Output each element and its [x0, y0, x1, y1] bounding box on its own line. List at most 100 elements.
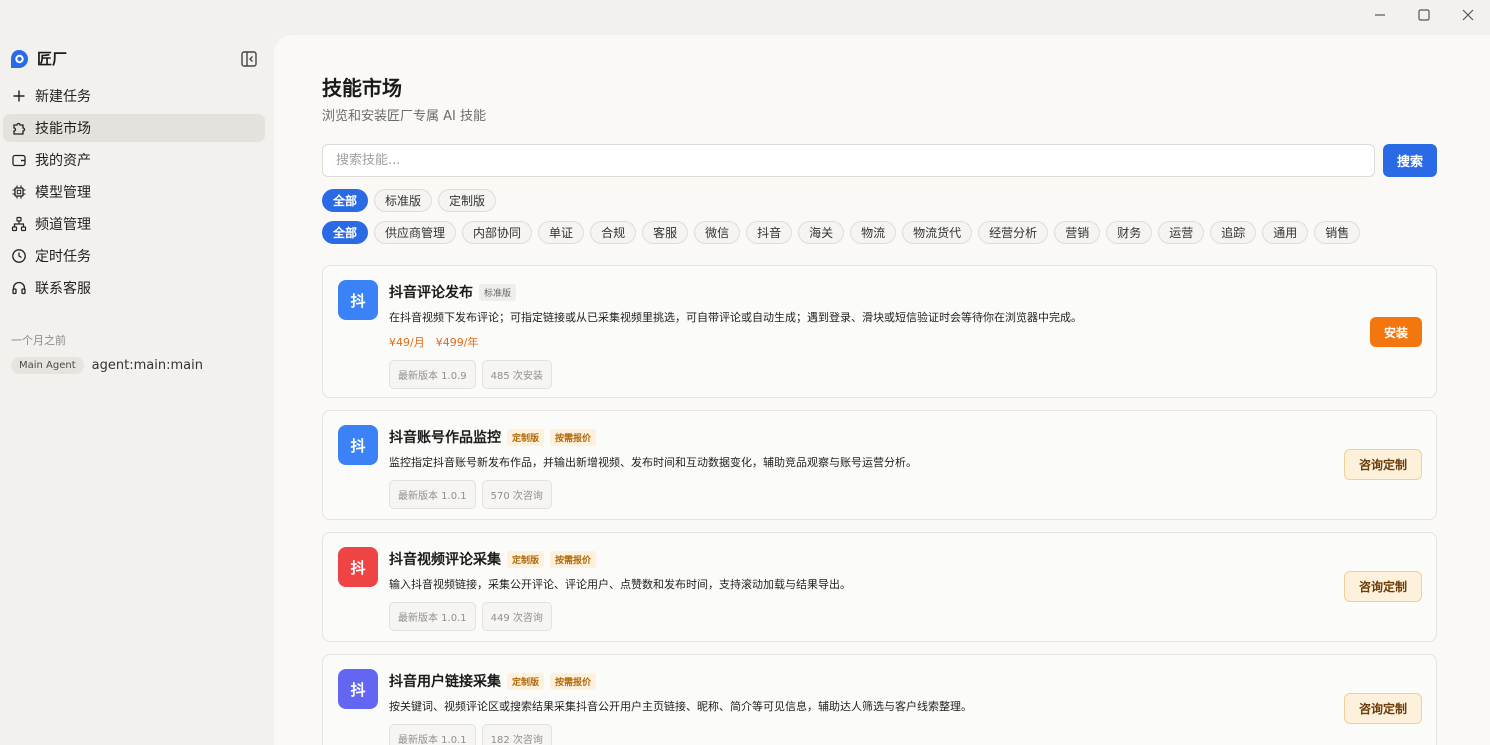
- edition-badge: 定制版: [507, 428, 545, 446]
- main-panel: 技能市场 浏览和安装匠厂专属 AI 技能 搜索 全部 标准版 定制版 全部 供应…: [274, 35, 1490, 745]
- douyin-icon: 抖: [338, 669, 378, 709]
- sidebar-item-channel-management[interactable]: 频道管理: [3, 210, 265, 238]
- skill-description: 在抖音视频下发布评论；可指定链接或从已采集视频里挑选，可自带评论或自动生成；遇到…: [389, 311, 1082, 324]
- douyin-icon: 抖: [338, 547, 378, 587]
- sidebar-item-skill-market[interactable]: 技能市场: [3, 114, 265, 142]
- install-button[interactable]: 安装: [1370, 317, 1422, 347]
- clock-icon: [12, 249, 26, 263]
- search-input[interactable]: [322, 144, 1375, 177]
- page-title: 技能市场: [322, 76, 402, 100]
- minimize-button[interactable]: [1358, 0, 1402, 30]
- sidebar-item-label: 定时任务: [35, 249, 91, 265]
- edition-badge: 定制版: [507, 550, 545, 568]
- skill-title: 抖音评论发布: [389, 285, 473, 301]
- category-filter: 全部 供应商管理 内部协同 单证 合规 客服 微信 抖音 海关 物流 物流货代 …: [322, 221, 1361, 244]
- price-yearly: ¥499/年: [435, 336, 479, 349]
- category-chip[interactable]: 销售: [1314, 221, 1361, 244]
- sidebar-item-label: 联系客服: [35, 281, 91, 297]
- category-chip[interactable]: 微信: [694, 221, 741, 244]
- edition-chip-custom[interactable]: 定制版: [438, 189, 497, 212]
- category-chip[interactable]: 物流货代: [902, 221, 973, 244]
- version-chip: 最新版本 1.0.1: [389, 602, 476, 631]
- skill-card[interactable]: 抖 抖音评论发布 标准版 在抖音视频下发布评论；可指定链接或从已采集视频里挑选，…: [322, 265, 1437, 398]
- sidebar-item-label: 频道管理: [35, 217, 91, 233]
- sidebar-item-scheduled-tasks[interactable]: 定时任务: [3, 242, 265, 270]
- category-chip[interactable]: 客服: [642, 221, 689, 244]
- skill-card[interactable]: 抖 抖音账号作品监控 定制版 按需报价 监控指定抖音账号新发布作品，并输出新增视…: [322, 410, 1437, 520]
- category-chip[interactable]: 经营分析: [978, 221, 1049, 244]
- sidebar-item-label: 技能市场: [35, 121, 91, 137]
- headset-icon: [12, 281, 26, 295]
- edition-chip-all[interactable]: 全部: [322, 189, 369, 212]
- sidebar-nav: 新建任务 技能市场 我的资产 模型管理 频道管理 定时任务 联系客服: [0, 82, 274, 306]
- brand: 匠厂: [9, 48, 67, 69]
- skill-title: 抖音视频评论采集: [389, 552, 501, 568]
- category-chip[interactable]: 运营: [1158, 221, 1205, 244]
- category-chip[interactable]: 内部协同: [462, 221, 533, 244]
- agent-tag: Main Agent: [11, 357, 84, 374]
- window-controls: [1358, 0, 1490, 30]
- close-icon: [1462, 9, 1474, 21]
- consult-custom-button[interactable]: 咨询定制: [1344, 571, 1422, 602]
- install-count-chip: 485 次安装: [481, 360, 552, 389]
- skill-card[interactable]: 抖 抖音用户链接采集 定制版 按需报价 按关键词、视频评论区或搜索结果采集抖音公…: [322, 654, 1437, 745]
- category-chip[interactable]: 海关: [798, 221, 845, 244]
- sidebar-item-my-assets[interactable]: 我的资产: [3, 146, 265, 174]
- maximize-button[interactable]: [1402, 0, 1446, 30]
- consult-count-chip: 182 次咨询: [481, 724, 552, 745]
- skill-price: ¥49/月 ¥499/年: [389, 334, 1306, 350]
- category-chip[interactable]: 物流: [850, 221, 897, 244]
- consult-count-chip: 570 次咨询: [481, 480, 552, 509]
- consult-custom-button[interactable]: 咨询定制: [1344, 693, 1422, 724]
- category-chip[interactable]: 单证: [538, 221, 585, 244]
- version-chip: 最新版本 1.0.1: [389, 724, 476, 745]
- plus-icon: [13, 90, 25, 102]
- skill-title: 抖音用户链接采集: [389, 674, 501, 690]
- version-chip: 最新版本 1.0.9: [389, 360, 476, 389]
- search-button[interactable]: 搜索: [1383, 144, 1437, 177]
- edition-chip-standard[interactable]: 标准版: [374, 189, 433, 212]
- category-chip[interactable]: 全部: [322, 221, 369, 244]
- sidebar-item-model-management[interactable]: 模型管理: [3, 178, 265, 206]
- consult-custom-button[interactable]: 咨询定制: [1344, 449, 1422, 480]
- pricing-badge: 按需报价: [550, 428, 597, 446]
- category-chip[interactable]: 追踪: [1210, 221, 1257, 244]
- agent-session-name: agent:main:main: [91, 358, 203, 373]
- close-button[interactable]: [1446, 0, 1490, 30]
- category-chip[interactable]: 合规: [590, 221, 637, 244]
- skill-description: 监控指定抖音账号新发布作品，并输出新增视频、发布时间和互动数据变化，辅助竞品观察…: [389, 456, 917, 469]
- sidebar-item-contact-support[interactable]: 联系客服: [3, 274, 265, 302]
- category-chip[interactable]: 财务: [1106, 221, 1153, 244]
- douyin-icon: 抖: [338, 425, 378, 465]
- minimize-icon: [1375, 14, 1385, 16]
- sidebar-item-label: 模型管理: [35, 185, 91, 201]
- app-name: 匠厂: [37, 50, 68, 68]
- skill-list: 抖 抖音评论发布 标准版 在抖音视频下发布评论；可指定链接或从已采集视频里挑选，…: [322, 265, 1437, 745]
- category-chip[interactable]: 供应商管理: [374, 221, 457, 244]
- consult-count-chip: 449 次咨询: [481, 602, 552, 631]
- pricing-badge: 按需报价: [550, 550, 597, 568]
- maximize-icon: [1418, 9, 1430, 21]
- history-item[interactable]: Main Agent agent:main:main: [11, 357, 203, 374]
- skill-description: 输入抖音视频链接，采集公开评论、评论用户、点赞数和发布时间，支持滚动加载与结果导…: [389, 578, 851, 591]
- pricing-badge: 按需报价: [550, 672, 597, 690]
- sidebar-collapse-icon[interactable]: [240, 50, 258, 68]
- category-chip[interactable]: 通用: [1262, 221, 1309, 244]
- history-section-label: 一个月之前: [11, 334, 66, 347]
- sidebar-item-label: 我的资产: [35, 153, 91, 169]
- chip-icon: [12, 185, 26, 199]
- sidebar: 匠厂 新建任务 技能市场 我的资产 模型管理 频道管理 定时任务 联系客服 一个…: [0, 0, 274, 745]
- skill-card[interactable]: 抖 抖音视频评论采集 定制版 按需报价 输入抖音视频链接，采集公开评论、评论用户…: [322, 532, 1437, 642]
- sidebar-item-label: 新建任务: [35, 89, 91, 105]
- price-monthly: ¥49/月: [389, 336, 425, 349]
- network-icon: [11, 216, 27, 232]
- version-chip: 最新版本 1.0.1: [389, 480, 476, 509]
- puzzle-icon: [13, 122, 26, 135]
- edition-filter: 全部 标准版 定制版: [322, 189, 497, 212]
- wallet-icon: [12, 154, 26, 167]
- page-subtitle: 浏览和安装匠厂专属 AI 技能: [322, 109, 486, 124]
- category-chip[interactable]: 抖音: [746, 221, 793, 244]
- sidebar-item-new-task[interactable]: 新建任务: [3, 82, 265, 110]
- category-chip[interactable]: 营销: [1054, 221, 1101, 244]
- skill-title: 抖音账号作品监控: [389, 430, 501, 446]
